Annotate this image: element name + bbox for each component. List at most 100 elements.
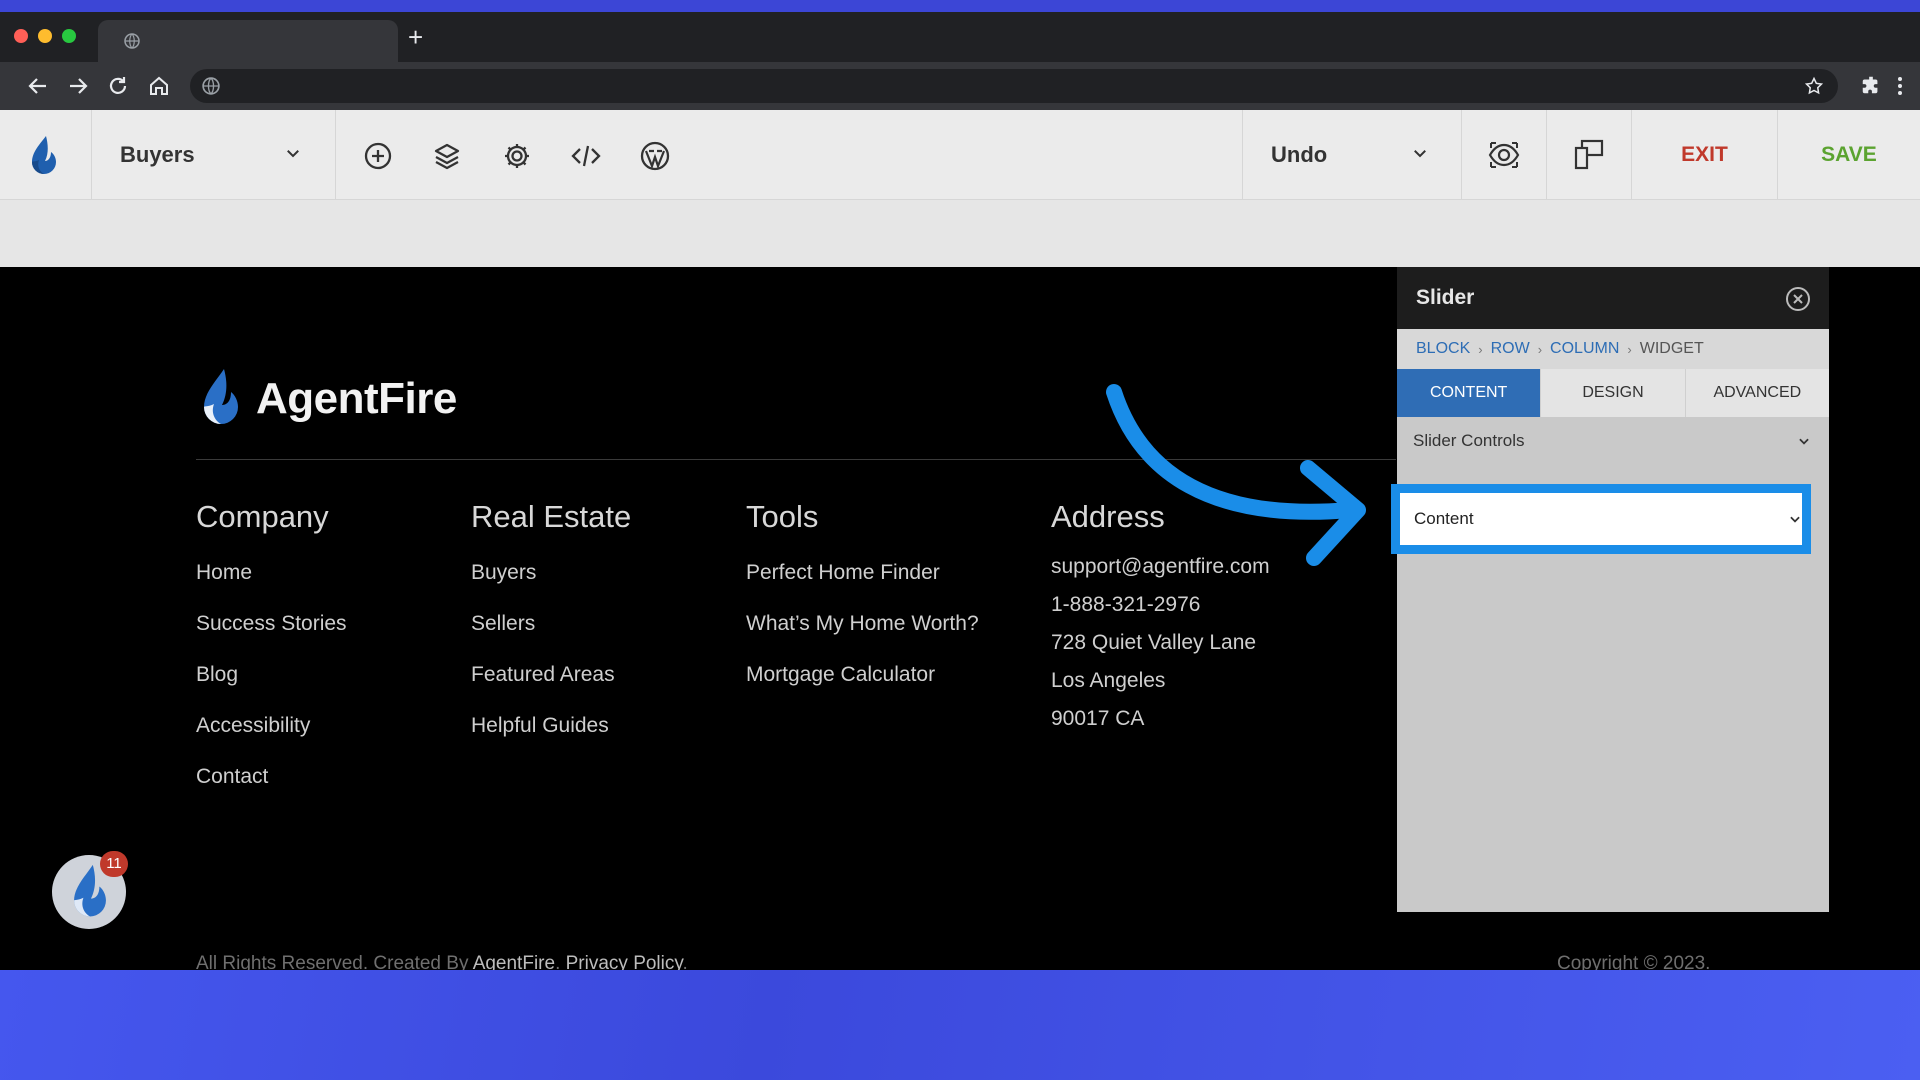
copyright-text: Copyright © 2023. <box>1557 953 1711 970</box>
bookmark-star-icon[interactable] <box>1804 76 1824 96</box>
footer-column-real-estate: Real Estate Buyers Sellers Featured Area… <box>471 499 631 765</box>
callout-arrow-icon <box>1106 384 1366 566</box>
footer-link-featured-areas[interactable]: Featured Areas <box>471 663 631 688</box>
maximize-window-button[interactable] <box>62 29 76 43</box>
breadcrumb-row[interactable]: ROW <box>1491 340 1530 358</box>
chevron-down-icon <box>287 150 299 158</box>
breadcrumb: BLOCK › ROW › COLUMN › WIDGET <box>1397 329 1829 369</box>
wordpress-icon[interactable] <box>640 141 670 171</box>
close-window-button[interactable] <box>14 29 28 43</box>
tab-design[interactable]: DESIGN <box>1540 369 1684 417</box>
breadcrumb-column[interactable]: COLUMN <box>1550 340 1619 358</box>
address-bar[interactable] <box>190 69 1838 103</box>
exit-label: EXIT <box>1681 143 1728 166</box>
footer-link-blog[interactable]: Blog <box>196 663 347 688</box>
browser-tab[interactable] <box>98 20 398 62</box>
tab-content[interactable]: CONTENT <box>1397 369 1541 417</box>
footer-link-success-stories[interactable]: Success Stories <box>196 612 347 637</box>
settings-gear-icon[interactable] <box>502 141 532 171</box>
globe-icon <box>124 33 140 49</box>
footer-brand[interactable]: AgentFire <box>196 367 457 431</box>
address-city: Los Angeles <box>1051 669 1166 692</box>
brand-name: AgentFire <box>256 374 457 423</box>
flame-logo-icon <box>32 136 56 174</box>
site-info-icon[interactable] <box>202 77 220 95</box>
extensions-icon[interactable] <box>1860 74 1882 96</box>
notification-widget[interactable]: 11 <box>52 851 128 929</box>
devices-icon <box>1574 139 1604 170</box>
column-heading: Tools <box>746 499 819 534</box>
address-zip: 90017 CA <box>1051 707 1145 730</box>
exit-button[interactable]: EXIT <box>1632 110 1778 200</box>
accordion-slider-controls[interactable]: Slider Controls <box>1397 417 1829 465</box>
undo-dropdown[interactable]: Undo <box>1242 110 1462 200</box>
forward-icon[interactable] <box>66 74 90 98</box>
browser-toolbar <box>0 62 1920 110</box>
home-icon[interactable] <box>147 74 171 98</box>
breadcrumb-separator-icon: › <box>1478 341 1483 357</box>
chevron-down-icon <box>1790 516 1800 523</box>
browser-window: + Buyers Undo EXIT SAVE AgentFire Compan… <box>0 12 1920 970</box>
accordion-content-highlighted[interactable]: Content <box>1391 484 1811 554</box>
page-selector-label: Buyers <box>120 142 195 167</box>
add-element-icon[interactable] <box>363 141 393 171</box>
tab-advanced[interactable]: ADVANCED <box>1684 369 1829 417</box>
legal-dot: . <box>555 953 566 970</box>
reload-icon[interactable] <box>106 74 130 98</box>
desktop-background <box>0 970 1920 1080</box>
widget-settings-panel: Slider BLOCK › ROW › COLUMN › WIDGET CONTEN… <box>1397 267 1829 912</box>
footer-link-helpful-guides[interactable]: Helpful Guides <box>471 714 631 739</box>
code-icon[interactable] <box>571 141 601 171</box>
legal-end: . <box>682 953 688 970</box>
more-menu-icon[interactable] <box>1896 74 1904 98</box>
window-controls <box>14 29 76 43</box>
editor-canvas-strip <box>0 200 1920 267</box>
footer-link-contact[interactable]: Contact <box>196 765 347 790</box>
footer-link-home-worth[interactable]: What’s My Home Worth? <box>746 612 979 637</box>
legal-text: All Rights Reserved. Created By AgentFir… <box>196 953 688 970</box>
panel-header: Slider <box>1397 267 1829 329</box>
accordion-label: Slider Controls <box>1413 431 1525 450</box>
minimize-window-button[interactable] <box>38 29 52 43</box>
footer-link-buyers[interactable]: Buyers <box>471 561 631 586</box>
footer-link-home-finder[interactable]: Perfect Home Finder <box>746 561 979 586</box>
responsive-view-button[interactable] <box>1547 110 1632 200</box>
browser-tabbar: + <box>0 12 1920 62</box>
address-street: 728 Quiet Valley Lane <box>1051 631 1257 654</box>
breadcrumb-widget: WIDGET <box>1639 340 1704 357</box>
address-phone[interactable]: 1-888-321-2976 <box>1051 593 1270 618</box>
agentfire-link[interactable]: AgentFire <box>473 953 555 970</box>
new-tab-button[interactable]: + <box>408 24 423 50</box>
footer-link-accessibility[interactable]: Accessibility <box>196 714 347 739</box>
eye-preview-icon <box>1488 142 1520 168</box>
footer-link-mortgage-calculator[interactable]: Mortgage Calculator <box>746 663 979 688</box>
close-circle-icon[interactable] <box>1785 286 1811 312</box>
privacy-policy-link[interactable]: Privacy Policy <box>566 953 683 970</box>
footer-link-sellers[interactable]: Sellers <box>471 612 631 637</box>
page-selector[interactable]: Buyers <box>92 110 336 200</box>
legal-prefix: All Rights Reserved. Created By <box>196 953 473 970</box>
breadcrumb-block[interactable]: BLOCK <box>1416 340 1470 358</box>
chevron-down-icon <box>1414 150 1426 158</box>
footer-link-home[interactable]: Home <box>196 561 347 586</box>
preview-button[interactable] <box>1462 110 1547 200</box>
panel-title: Slider <box>1416 286 1475 309</box>
notification-badge: 11 <box>100 851 128 877</box>
footer-column-company: Company Home Success Stories Blog Access… <box>196 499 347 816</box>
undo-label: Undo <box>1271 142 1328 167</box>
column-heading: Real Estate <box>471 499 632 534</box>
builder-toolbar: Buyers Undo EXIT SAVE <box>0 110 1920 200</box>
panel-tabs: CONTENT DESIGN ADVANCED <box>1397 369 1829 417</box>
column-heading: Company <box>196 499 329 534</box>
builder-logo[interactable] <box>0 110 92 200</box>
save-button[interactable]: SAVE <box>1778 110 1920 200</box>
chevron-down-icon <box>1799 438 1809 445</box>
accordion-label: Content <box>1414 509 1474 528</box>
footer-column-tools: Tools Perfect Home Finder What’s My Home… <box>746 499 979 714</box>
save-label: SAVE <box>1821 143 1877 166</box>
breadcrumb-separator-icon: › <box>1537 341 1543 357</box>
agentfire-flame-icon <box>204 369 238 424</box>
breadcrumb-separator-icon: › <box>1627 341 1632 357</box>
back-icon[interactable] <box>26 74 50 98</box>
layers-icon[interactable] <box>432 141 462 171</box>
